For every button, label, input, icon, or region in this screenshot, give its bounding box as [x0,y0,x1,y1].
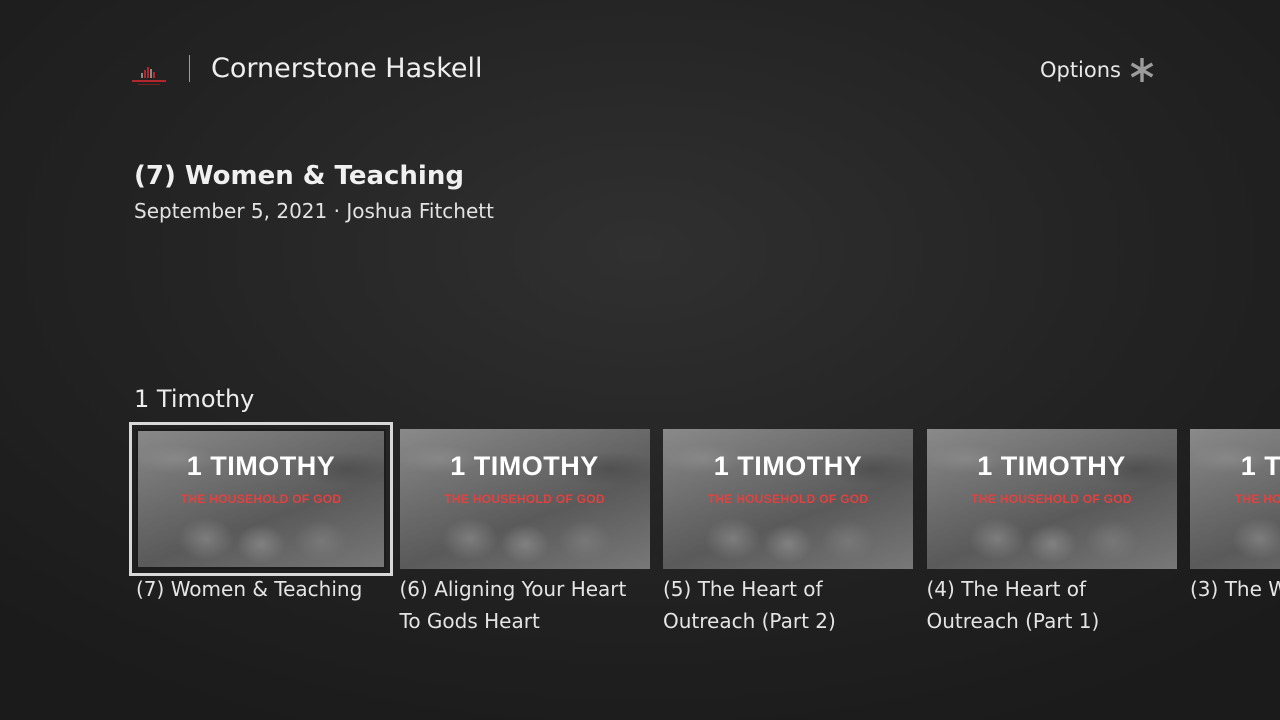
options-button[interactable]: Options [1040,55,1155,85]
episode-label: (3) The Worthy [1190,577,1280,601]
episode-label: (6) Aligning Your Heart To Gods Heart [399,577,627,633]
episode-tile[interactable]: 1 TIMOTHY THE HOUSEHOLD OF GOD (3) The Wor… [1190,429,1280,605]
thumbnail-subtitle: THE HOUSEHOLD OF GOD [1234,492,1280,506]
episode-tile[interactable]: 1 TIMOTHY THE HOUSEHOLD OF GOD (7) Women &… [129,422,393,605]
thumbnail-title: 1 TIMOTHY [713,451,863,481]
thumbnail-title: 1 TIMOTHY [450,451,599,481]
asterisk-icon [1130,58,1154,82]
episode-thumbnail: 1 TIMOTHY THE HOUSEHOLD OF GOD [663,429,913,569]
thumbnail-subtitle: THE HOUSEHOLD OF GOD [180,492,342,506]
episode-tile[interactable]: 1 TIMOTHY THE HOUSEHOLD OF GOD (5) The Hea… [663,429,913,637]
episode-title: (7) Women & Teaching [134,161,464,191]
thumbnail-title: 1 TIMOTHY [1240,451,1280,481]
episode-tile[interactable]: 1 TIMOTHY THE HOUSEHOLD OF GOD (6) Alignin… [399,429,650,637]
thumbnail-subtitle: THE HOUSEHOLD OF GOD [444,492,605,506]
header: Cornerstone Haskell Options [0,0,1280,140]
options-label: Options [1039,58,1121,82]
thumbnail-title: 1 TIMOTHY [977,451,1126,481]
episode-tile[interactable]: 1 TIMOTHY THE HOUSEHOLD OF GOD (4) The Hea… [926,429,1177,637]
thumbnail-subtitle: THE HOUSEHOLD OF GOD [707,492,869,506]
episode-thumbnail: 1 TIMOTHY THE HOUSEHOLD OF GOD [399,429,650,569]
episode-thumbnail: 1 TIMOTHY THE HOUSEHOLD OF GOD [1190,429,1280,569]
episode-thumbnail: 1 TIMOTHY THE HOUSEHOLD OF GOD [926,429,1177,569]
episode-label: (4) The Heart of Outreach (Part 1) [926,577,1100,633]
episode-label: (5) The Heart of Outreach (Part 2) [663,577,836,633]
channel-title: Cornerstone Haskell [211,53,483,84]
thumbnail-title: 1 TIMOTHY [186,451,336,481]
episode-thumbnail: 1 TIMOTHY THE HOUSEHOLD OF GOD [129,422,393,576]
episode-row: 1 TIMOTHY THE HOUSEHOLD OF GOD (7) Women &… [0,420,1280,650]
header-divider [189,55,190,82]
episode-meta: September 5, 2021 · Joshua Fitchett [134,199,494,223]
cornerstone-logo-icon [132,67,166,85]
thumbnail-subtitle: THE HOUSEHOLD OF GOD [971,492,1132,506]
episode-label: (7) Women & Teaching [136,577,363,601]
episode-detail: (7) Women & Teaching September 5, 2021 ·… [134,158,494,225]
row-title: 1 Timothy [134,385,255,413]
